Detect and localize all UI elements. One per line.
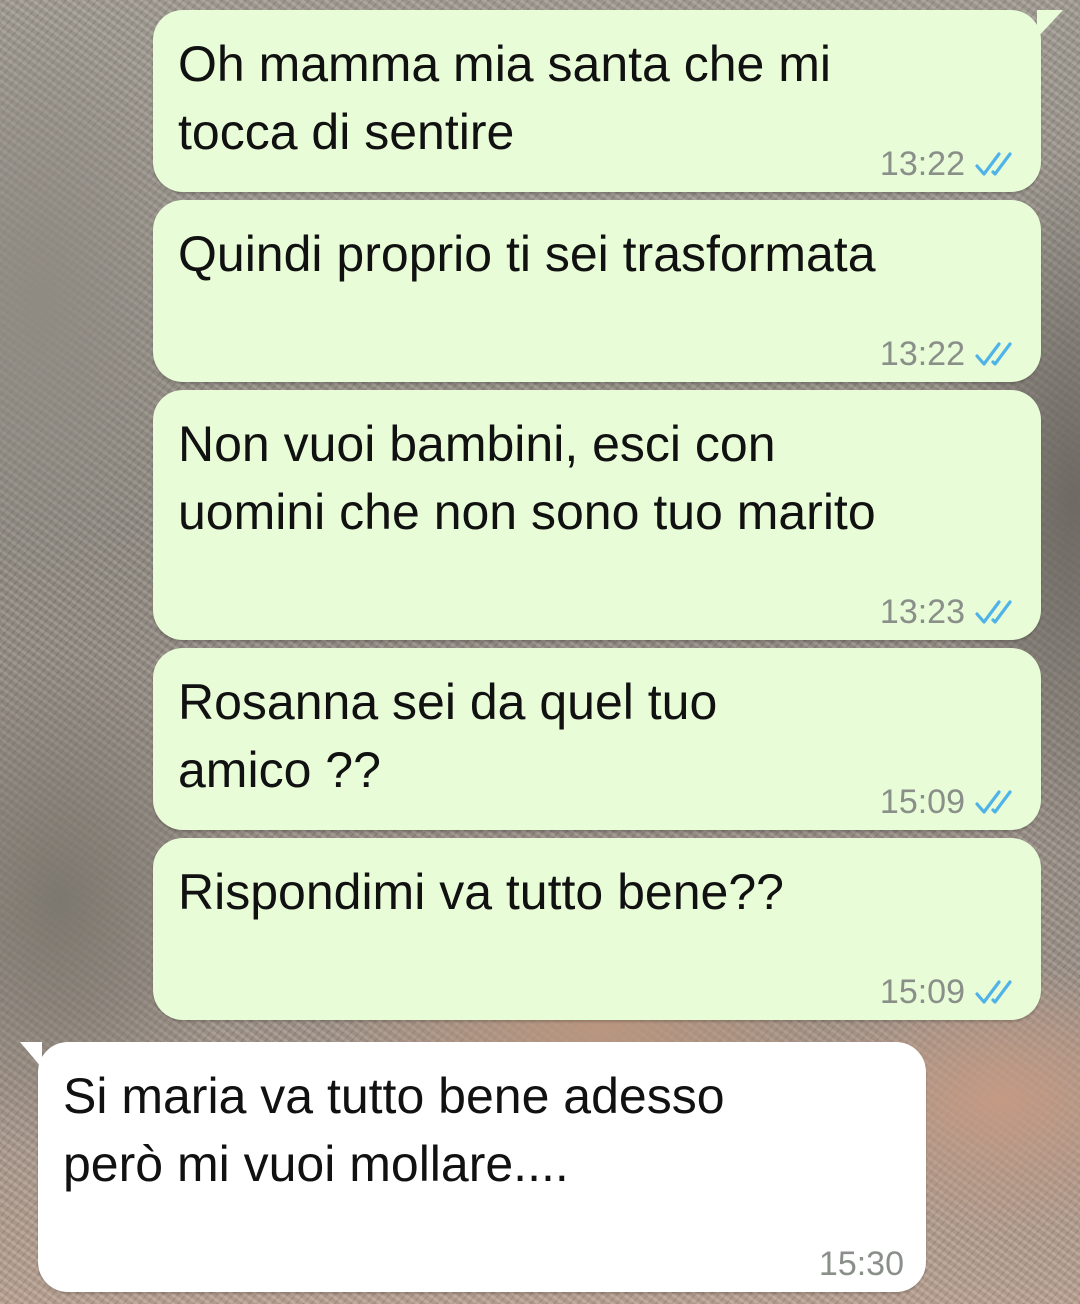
read-double-check-icon: [975, 979, 1012, 1004]
outgoing-message-bubble[interactable]: Oh mamma mia santa che mi tocca di senti…: [153, 10, 1063, 192]
message-meta: 13:22: [880, 145, 1019, 184]
message-meta: 15:09: [880, 973, 1019, 1012]
message-text-line: Quindi proprio ti sei trasformata: [178, 226, 876, 282]
bubble-tail: [1037, 10, 1063, 38]
message-time: 13:22: [879, 335, 965, 373]
message-meta: 15:30: [819, 1245, 904, 1284]
message-text-line: Rosanna sei da quel tuo: [178, 674, 718, 730]
message-text-line: Non vuoi bambini, esci con: [178, 416, 776, 472]
message-time: 15:09: [879, 973, 965, 1011]
message-text-line: Oh mamma mia santa che mi: [178, 36, 831, 92]
message-time: 13:23: [879, 593, 965, 631]
message-text: Quindi proprio ti sei trasformata: [178, 220, 1011, 288]
bubble-tail: [20, 1042, 42, 1068]
message-text-line: Si maria va tutto bene adesso: [63, 1068, 725, 1124]
message-text-line: amico ??: [178, 742, 381, 798]
outgoing-message-bubble[interactable]: Rosanna sei da quel tuo amico ?? 15:09: [153, 648, 1041, 830]
message-time: 15:30: [818, 1245, 904, 1283]
message-time: 13:22: [879, 145, 965, 183]
incoming-message-bubble[interactable]: Si maria va tutto bene adesso però mi vu…: [20, 1042, 926, 1292]
read-double-check-icon: [975, 341, 1012, 366]
read-double-check-icon: [975, 789, 1012, 814]
message-meta: 13:22: [880, 335, 1019, 374]
outgoing-message-bubble[interactable]: Quindi proprio ti sei trasformata 13:22: [153, 200, 1041, 382]
message-text: Rispondimi va tutto bene??: [178, 858, 1011, 926]
message-text-line: uomini che non sono tuo marito: [178, 484, 876, 540]
read-double-check-icon: [975, 599, 1012, 624]
message-text: Si maria va tutto bene adesso però mi vu…: [63, 1062, 896, 1198]
read-double-check-icon: [975, 151, 1012, 176]
message-text-line: tocca di sentire: [178, 104, 515, 160]
message-meta: 15:09: [880, 783, 1019, 822]
outgoing-message-bubble[interactable]: Non vuoi bambini, esci con uomini che no…: [153, 390, 1041, 640]
message-time: 15:09: [879, 783, 965, 821]
message-text-line: però mi vuoi mollare....: [63, 1136, 569, 1192]
message-text: Non vuoi bambini, esci con uomini che no…: [178, 410, 1011, 546]
message-text-line: Rispondimi va tutto bene??: [178, 864, 784, 920]
outgoing-message-bubble[interactable]: Rispondimi va tutto bene?? 15:09: [153, 838, 1041, 1020]
message-meta: 13:23: [880, 593, 1019, 632]
